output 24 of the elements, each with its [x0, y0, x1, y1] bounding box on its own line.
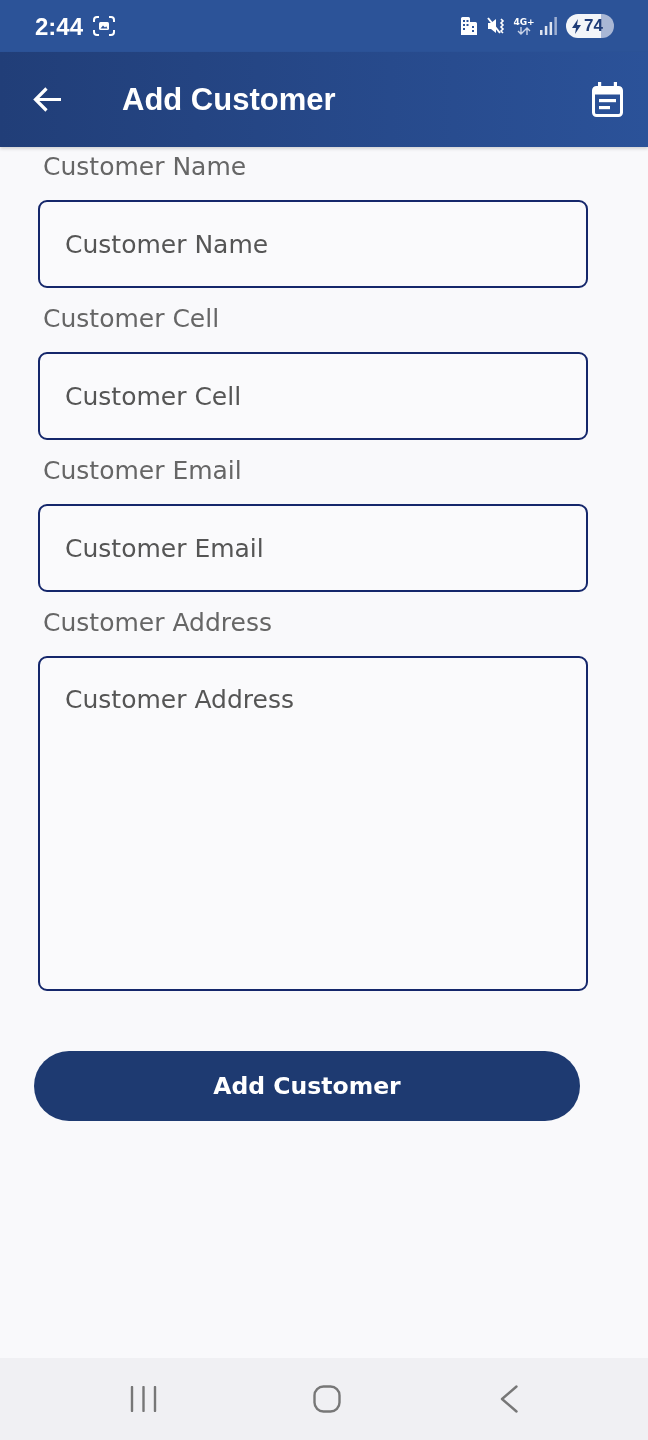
home-icon[interactable]: [313, 1385, 341, 1413]
input-field[interactable]: Customer Cell: [38, 352, 588, 440]
screen-title: Add Customer: [122, 80, 336, 119]
charging-bolt-icon: [572, 18, 581, 34]
mute-vibrate-icon: [487, 17, 506, 35]
network-type-text: 4G+: [513, 17, 535, 27]
signal-icon: [540, 17, 557, 35]
field-label: Customer Address: [43, 608, 272, 638]
add-customer-button[interactable]: Add Customer: [34, 1051, 580, 1121]
text-area-field[interactable]: Customer Address: [38, 656, 588, 991]
battery-percent: 74: [584, 16, 603, 36]
calendar-icon[interactable]: [592, 82, 623, 117]
back-arrow-icon[interactable]: [33, 87, 62, 112]
recents-icon[interactable]: [130, 1386, 157, 1412]
data-arrows-icon: [517, 27, 531, 35]
input-field[interactable]: Customer Email: [38, 504, 588, 592]
field-label: Customer Email: [43, 456, 242, 486]
input-field[interactable]: Customer Name: [38, 200, 588, 288]
field-label: Customer Name: [43, 152, 247, 182]
image-frame-icon: [93, 16, 116, 36]
status-time: 2:44: [35, 13, 84, 41]
field-label: Customer Cell: [43, 304, 220, 334]
back-icon[interactable]: [500, 1385, 518, 1413]
building-icon: [460, 17, 477, 35]
